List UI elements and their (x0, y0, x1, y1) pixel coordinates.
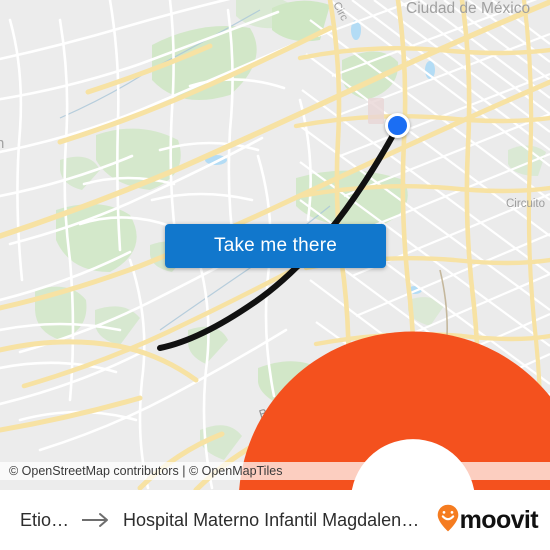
arrow-right-icon (81, 512, 111, 528)
attribution-openmaptiles[interactable]: © OpenMapTiles (189, 464, 283, 478)
moovit-logo[interactable]: moovit (437, 504, 539, 537)
moovit-map-screen: Boulevard Anillo Periférico Ciudad de Mé… (0, 0, 550, 550)
origin-marker-icon[interactable] (385, 113, 410, 138)
destination-pin-icon[interactable] (138, 322, 550, 490)
moovit-wordmark: moovit (459, 505, 539, 534)
moovit-pin-icon (437, 504, 459, 537)
take-me-there-button[interactable]: Take me there (165, 224, 386, 268)
map-attribution: © OpenStreetMap contributors | © OpenMap… (0, 462, 550, 480)
attribution-separator: | (182, 464, 186, 478)
map-canvas[interactable]: Boulevard Anillo Periférico Ciudad de Mé… (0, 0, 550, 490)
route-destination-label[interactable]: Hospital Materno Infantil Magdalena Cont… (123, 510, 427, 531)
route-footer-bar: Etio… Hospital Materno Infantil Magdalen… (0, 490, 550, 550)
attribution-osm[interactable]: © OpenStreetMap contributors (9, 464, 179, 478)
route-origin-label[interactable]: Etio… (20, 510, 69, 531)
